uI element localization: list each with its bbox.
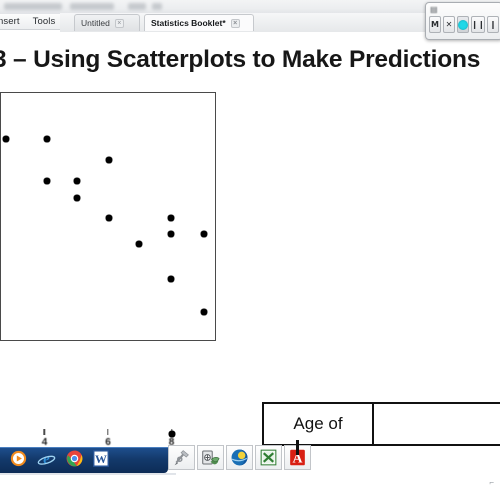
- plot-frame: [0, 92, 216, 341]
- stop-button[interactable]: ✕: [443, 16, 455, 33]
- secondary-chart-point: [168, 430, 176, 438]
- screen: nsert Tools Help Untitled × Statistics B…: [0, 0, 500, 500]
- close-icon[interactable]: ×: [114, 18, 124, 28]
- data-point: [136, 240, 143, 247]
- snipping-tool-icon[interactable]: [168, 445, 195, 470]
- data-point: [74, 178, 81, 185]
- desktop-background: [0, 475, 500, 500]
- money-safe-icon[interactable]: [197, 445, 224, 470]
- menu-item-tools[interactable]: Tools: [33, 16, 56, 27]
- recorder-header: ▤: [426, 3, 500, 16]
- data-point: [106, 214, 112, 221]
- x-axis-tick: [43, 429, 46, 435]
- table-cell-empty[interactable]: [374, 404, 500, 444]
- tab-statistics-booklet-label: Statistics Booklet*: [151, 18, 226, 28]
- excel-icon[interactable]: [255, 445, 282, 470]
- recorder-buttons: M ✕ ❙❙ ❙: [426, 16, 500, 33]
- data-point: [74, 194, 81, 201]
- data-point: [167, 275, 174, 282]
- record-button[interactable]: [457, 16, 469, 33]
- table-cell-age-of[interactable]: Age of: [264, 404, 374, 444]
- svg-text:W: W: [95, 452, 107, 466]
- data-point: [201, 230, 208, 237]
- globe-icon[interactable]: [226, 445, 253, 470]
- taskbar-corner-marker: ⌐: [489, 478, 494, 487]
- data-point: [2, 136, 9, 143]
- x-axis-tick: [107, 429, 109, 435]
- more-button[interactable]: ❙: [487, 16, 499, 33]
- record-dot-icon: [458, 19, 468, 30]
- pause-button[interactable]: ❙❙: [471, 16, 485, 33]
- recorder-logo-icon: ▤: [430, 5, 438, 14]
- tab-untitled[interactable]: Untitled ×: [74, 14, 140, 31]
- tab-statistics-booklet[interactable]: Statistics Booklet* ×: [144, 14, 254, 31]
- data-point: [44, 178, 51, 185]
- menu-item-insert[interactable]: nsert: [0, 16, 20, 27]
- scatterplot: 468: [0, 88, 244, 448]
- data-point: [44, 136, 51, 143]
- mute-button[interactable]: M: [429, 16, 441, 33]
- plot-area: [1, 93, 215, 340]
- svg-text:e: e: [43, 451, 50, 466]
- taskbar-pinned-apps: e W: [0, 447, 168, 473]
- screen-recorder-toolbar[interactable]: ▤ M ✕ ❙❙ ❙: [425, 2, 500, 40]
- media-player-icon[interactable]: [10, 450, 27, 472]
- page-title: 3 – Using Scatterplots to Make Predictio…: [0, 46, 481, 73]
- data-point: [167, 230, 174, 237]
- text-cursor: [296, 440, 299, 455]
- data-point: [167, 214, 174, 221]
- chrome-icon[interactable]: [66, 450, 83, 472]
- tab-untitled-label: Untitled: [81, 18, 110, 28]
- data-point: [201, 309, 208, 316]
- taskbar: e W A: [0, 445, 500, 487]
- word-icon[interactable]: W: [93, 449, 109, 472]
- internet-explorer-icon[interactable]: e: [37, 450, 56, 472]
- quick-launch-bar: A: [168, 445, 311, 470]
- data-point: [106, 157, 112, 164]
- close-icon[interactable]: ×: [230, 18, 240, 28]
